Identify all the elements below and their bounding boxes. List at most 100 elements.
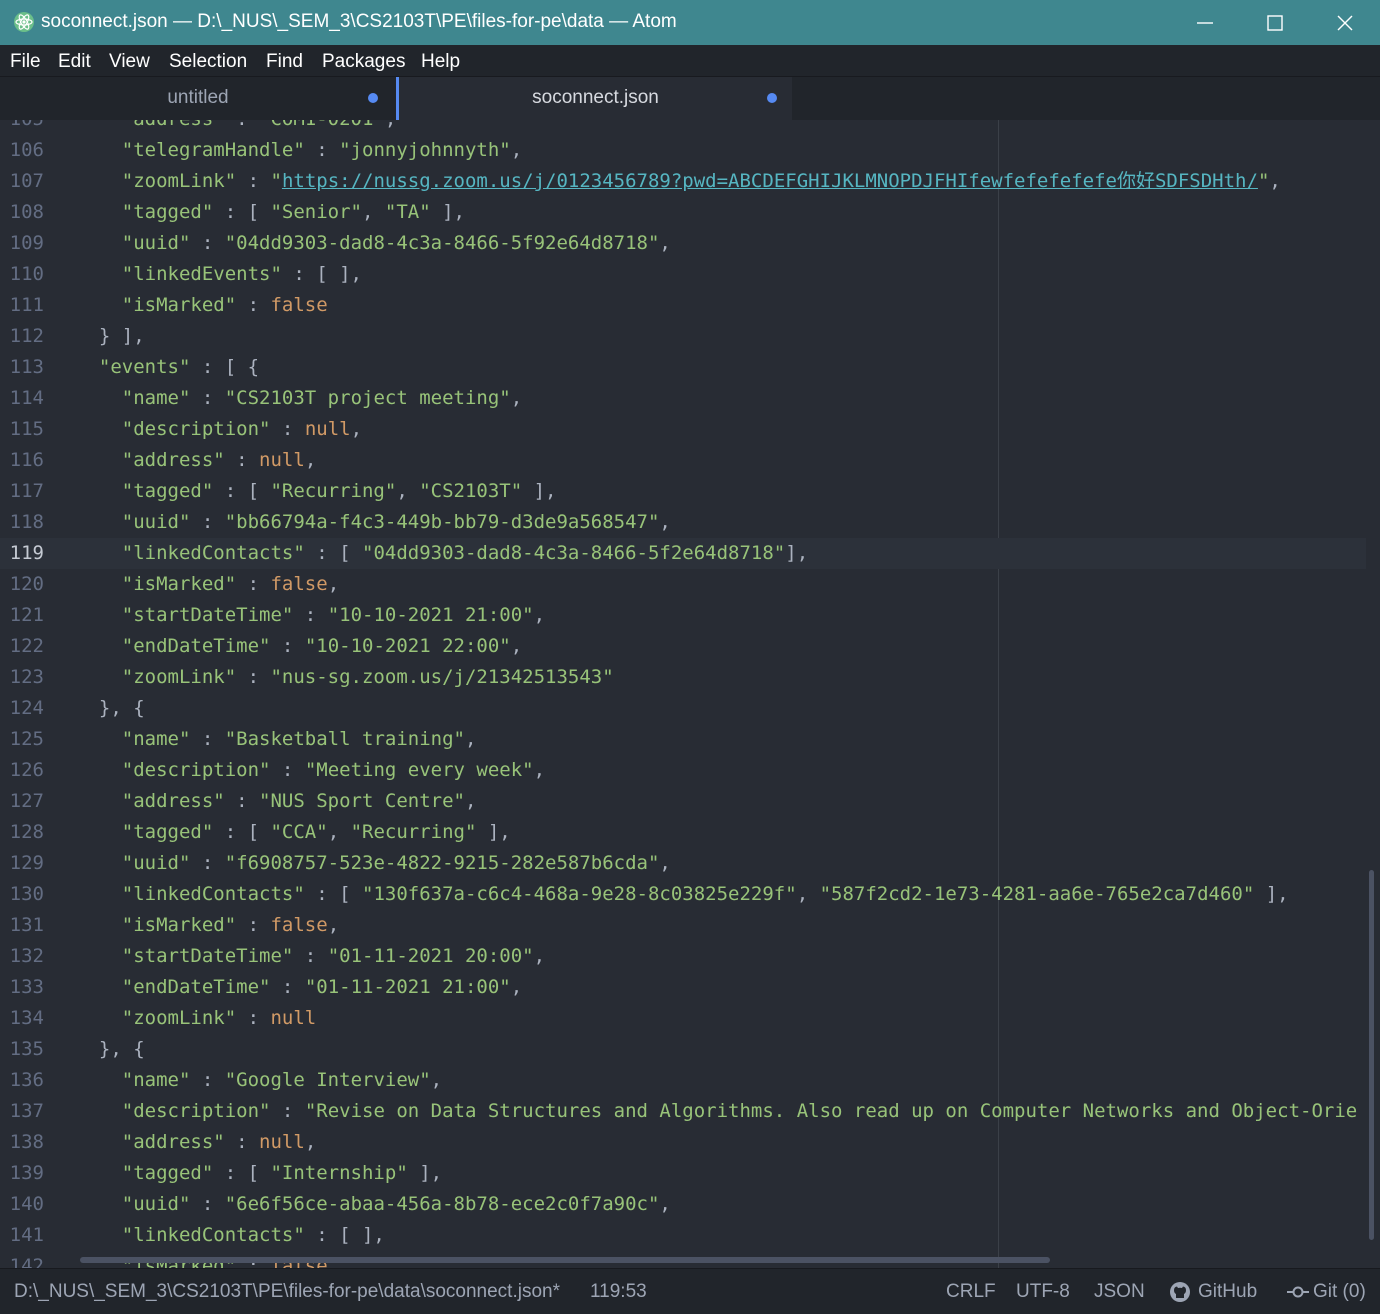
github-button[interactable]: GitHub [1198, 1281, 1257, 1303]
line-number[interactable]: 134 [0, 1003, 44, 1034]
line-number[interactable]: 142 [0, 1251, 44, 1268]
tab-soconnect-json[interactable]: soconnect.json [396, 77, 792, 120]
line-number[interactable]: 105 [0, 120, 44, 135]
line-number[interactable]: 139 [0, 1158, 44, 1189]
menu-view[interactable]: View [109, 51, 150, 73]
line-ending-selector[interactable]: CRLF [946, 1281, 996, 1303]
zoom-link[interactable]: https://nussg.zoom.us/j/0123456789?pwd=A… [282, 170, 1258, 192]
code-line[interactable]: 136 "name" : "Google Interview", [0, 1065, 1366, 1096]
menu-packages[interactable]: Packages [322, 51, 405, 73]
code-line[interactable]: 127 "address" : "NUS Sport Centre", [0, 786, 1366, 817]
code-line[interactable]: 121 "startDateTime" : "10-10-2021 21:00"… [0, 600, 1366, 631]
line-number[interactable]: 112 [0, 321, 44, 352]
line-number[interactable]: 126 [0, 755, 44, 786]
line-number[interactable]: 141 [0, 1220, 44, 1251]
line-number[interactable]: 130 [0, 879, 44, 910]
close-button[interactable] [1310, 0, 1380, 45]
code-line[interactable]: 134 "zoomLink" : null [0, 1003, 1366, 1034]
line-number[interactable]: 125 [0, 724, 44, 755]
line-number[interactable]: 119 [0, 538, 44, 569]
menu-selection[interactable]: Selection [169, 51, 247, 73]
git-button[interactable]: Git (0) [1313, 1281, 1366, 1303]
line-number[interactable]: 109 [0, 228, 44, 259]
horizontal-scrollbar[interactable] [80, 1257, 1050, 1263]
code-line[interactable]: 139 "tagged" : [ "Internship" ], [0, 1158, 1366, 1189]
code-line[interactable]: 116 "address" : null, [0, 445, 1366, 476]
menu-help[interactable]: Help [421, 51, 460, 73]
line-number[interactable]: 140 [0, 1189, 44, 1220]
code-line[interactable]: 141 "linkedContacts" : [ ], [0, 1220, 1366, 1251]
line-number[interactable]: 121 [0, 600, 44, 631]
line-number[interactable]: 122 [0, 631, 44, 662]
code-line[interactable]: 135 }, { [0, 1034, 1366, 1065]
code-line[interactable]: 107 "zoomLink" : "https://nussg.zoom.us/… [0, 166, 1366, 197]
code-line[interactable]: 120 "isMarked" : false, [0, 569, 1366, 600]
code-line[interactable]: 109 "uuid" : "04dd9303-dad8-4c3a-8466-5f… [0, 228, 1366, 259]
encoding-selector[interactable]: UTF-8 [1016, 1281, 1070, 1303]
code-line[interactable]: 129 "uuid" : "f6908757-523e-4822-9215-28… [0, 848, 1366, 879]
code-line[interactable]: 122 "endDateTime" : "10-10-2021 22:00", [0, 631, 1366, 662]
code-line[interactable]: 131 "isMarked" : false, [0, 910, 1366, 941]
code-line[interactable]: 125 "name" : "Basketball training", [0, 724, 1366, 755]
code-line[interactable]: 140 "uuid" : "6e6f56ce-abaa-456a-8b78-ec… [0, 1189, 1366, 1220]
line-number[interactable]: 123 [0, 662, 44, 693]
line-number[interactable]: 118 [0, 507, 44, 538]
line-number[interactable]: 137 [0, 1096, 44, 1127]
code-line[interactable]: 123 "zoomLink" : "nus-sg.zoom.us/j/21342… [0, 662, 1366, 693]
code-line[interactable]: 119 "linkedContacts" : [ "04dd9303-dad8-… [0, 538, 1366, 569]
code-line[interactable]: 111 "isMarked" : false [0, 290, 1366, 321]
menu-edit[interactable]: Edit [58, 51, 91, 73]
line-number[interactable]: 138 [0, 1127, 44, 1158]
line-number[interactable]: 114 [0, 383, 44, 414]
line-number[interactable]: 111 [0, 290, 44, 321]
line-number[interactable]: 135 [0, 1034, 44, 1065]
code-line[interactable]: 124 }, { [0, 693, 1366, 724]
line-number[interactable]: 108 [0, 197, 44, 228]
line-number[interactable]: 128 [0, 817, 44, 848]
code-line[interactable]: 106 "telegramHandle" : "jonnyjohnnyth", [0, 135, 1366, 166]
line-number[interactable]: 127 [0, 786, 44, 817]
line-number[interactable]: 132 [0, 941, 44, 972]
maximize-button[interactable] [1240, 0, 1310, 45]
text-editor[interactable]: 105 "address" : "COM1-0201",106 "telegra… [0, 120, 1380, 1268]
line-number[interactable]: 136 [0, 1065, 44, 1096]
file-path[interactable]: D:\_NUS\_SEM_3\CS2103T\PE\files-for-pe\d… [14, 1281, 560, 1303]
code-line[interactable]: 126 "description" : "Meeting every week"… [0, 755, 1366, 786]
modified-indicator-icon[interactable] [767, 93, 777, 103]
code-line[interactable]: 133 "endDateTime" : "01-11-2021 21:00", [0, 972, 1366, 1003]
line-number[interactable]: 113 [0, 352, 44, 383]
code-line[interactable]: 137 "description" : "Revise on Data Stru… [0, 1096, 1366, 1127]
menu-find[interactable]: Find [266, 51, 303, 73]
code-line[interactable]: 114 "name" : "CS2103T project meeting", [0, 383, 1366, 414]
code-line[interactable]: 113 "events" : [ { [0, 352, 1366, 383]
line-number[interactable]: 133 [0, 972, 44, 1003]
code-line[interactable]: 110 "linkedEvents" : [ ], [0, 259, 1366, 290]
code-line[interactable]: 105 "address" : "COM1-0201", [0, 120, 1366, 135]
grammar-selector[interactable]: JSON [1094, 1281, 1145, 1303]
cursor-position[interactable]: 119:53 [590, 1281, 647, 1303]
code-line[interactable]: 115 "description" : null, [0, 414, 1366, 445]
line-number[interactable]: 107 [0, 166, 44, 197]
code-line[interactable]: 128 "tagged" : [ "CCA", "Recurring" ], [0, 817, 1366, 848]
line-number[interactable]: 129 [0, 848, 44, 879]
code-line[interactable]: 112 } ], [0, 321, 1366, 352]
line-number[interactable]: 106 [0, 135, 44, 166]
vertical-scrollbar[interactable] [1369, 870, 1374, 1240]
line-number[interactable]: 131 [0, 910, 44, 941]
modified-indicator-icon[interactable] [368, 93, 378, 103]
minimize-button[interactable] [1170, 0, 1240, 45]
line-number[interactable]: 110 [0, 259, 44, 290]
code-line[interactable]: 130 "linkedContacts" : [ "130f637a-c6c4-… [0, 879, 1366, 910]
menu-file[interactable]: File [10, 51, 41, 73]
code-line[interactable]: 138 "address" : null, [0, 1127, 1366, 1158]
line-number[interactable]: 115 [0, 414, 44, 445]
line-number[interactable]: 120 [0, 569, 44, 600]
code-line[interactable]: 108 "tagged" : [ "Senior", "TA" ], [0, 197, 1366, 228]
code-line[interactable]: 117 "tagged" : [ "Recurring", "CS2103T" … [0, 476, 1366, 507]
line-number[interactable]: 124 [0, 693, 44, 724]
line-number[interactable]: 117 [0, 476, 44, 507]
line-number[interactable]: 116 [0, 445, 44, 476]
code-line[interactable]: 118 "uuid" : "bb66794a-f4c3-449b-bb79-d3… [0, 507, 1366, 538]
tab-untitled[interactable]: untitled [0, 77, 396, 120]
code-line[interactable]: 132 "startDateTime" : "01-11-2021 20:00"… [0, 941, 1366, 972]
